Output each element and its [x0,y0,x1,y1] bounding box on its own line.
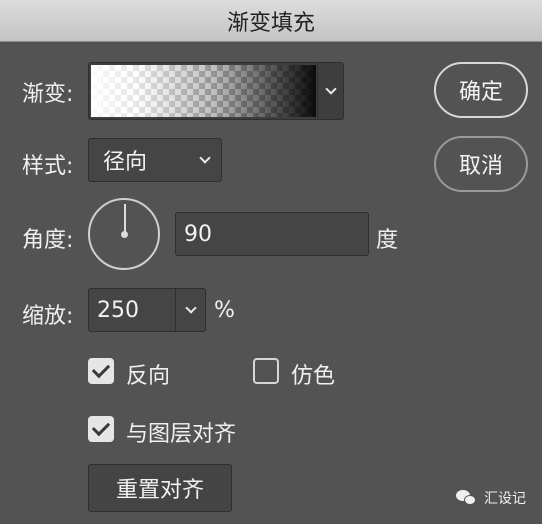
gradient-dropdown-button[interactable] [317,63,343,119]
align-with-layer-label[interactable]: 与图层对齐 [126,416,236,448]
angle-input[interactable]: 90 [175,212,369,256]
align-with-layer-checkbox[interactable] [88,416,114,442]
dialog-title: 渐变填充 [226,10,315,36]
chevron-down-icon [324,83,337,95]
chevron-down-icon [199,152,211,164]
ok-button[interactable]: 确定 [434,62,528,118]
dither-label[interactable]: 仿色 [291,358,335,390]
watermark: 汇设记 [456,488,526,508]
gradient-label: 渐变: [22,82,74,107]
angle-value: 90 [184,221,212,247]
reset-align-button[interactable]: 重置对齐 [88,464,232,512]
wechat-icon [456,489,478,507]
style-select[interactable]: 径向 [88,138,222,182]
gradient-picker[interactable] [88,62,344,120]
reverse-checkbox[interactable] [88,358,114,384]
reverse-label[interactable]: 反向 [126,358,170,390]
dither-checkbox[interactable] [253,358,279,384]
scale-value: 250 [97,298,139,323]
style-select-value: 径向 [103,150,148,175]
angle-label: 角度: [22,228,74,253]
watermark-text: 汇设记 [484,491,526,507]
scale-unit: % [214,298,235,323]
scale-dropdown-button[interactable] [175,289,205,331]
angle-unit: 度 [376,228,399,253]
angle-dial-icon[interactable] [88,198,160,270]
ok-button-label: 确定 [458,80,503,105]
cancel-button-label: 取消 [458,154,503,179]
angle-dial-hub [121,231,128,238]
cancel-button[interactable]: 取消 [434,136,528,192]
gradient-preview[interactable] [91,65,316,117]
reset-align-label: 重置对齐 [115,478,204,503]
title-bar: 渐变填充 [0,0,542,42]
angle-dial-needle [124,204,126,234]
style-label: 样式: [22,154,74,179]
chevron-down-icon [184,302,197,314]
scale-label: 缩放: [22,304,74,329]
scale-combo[interactable]: 250 [88,288,206,332]
